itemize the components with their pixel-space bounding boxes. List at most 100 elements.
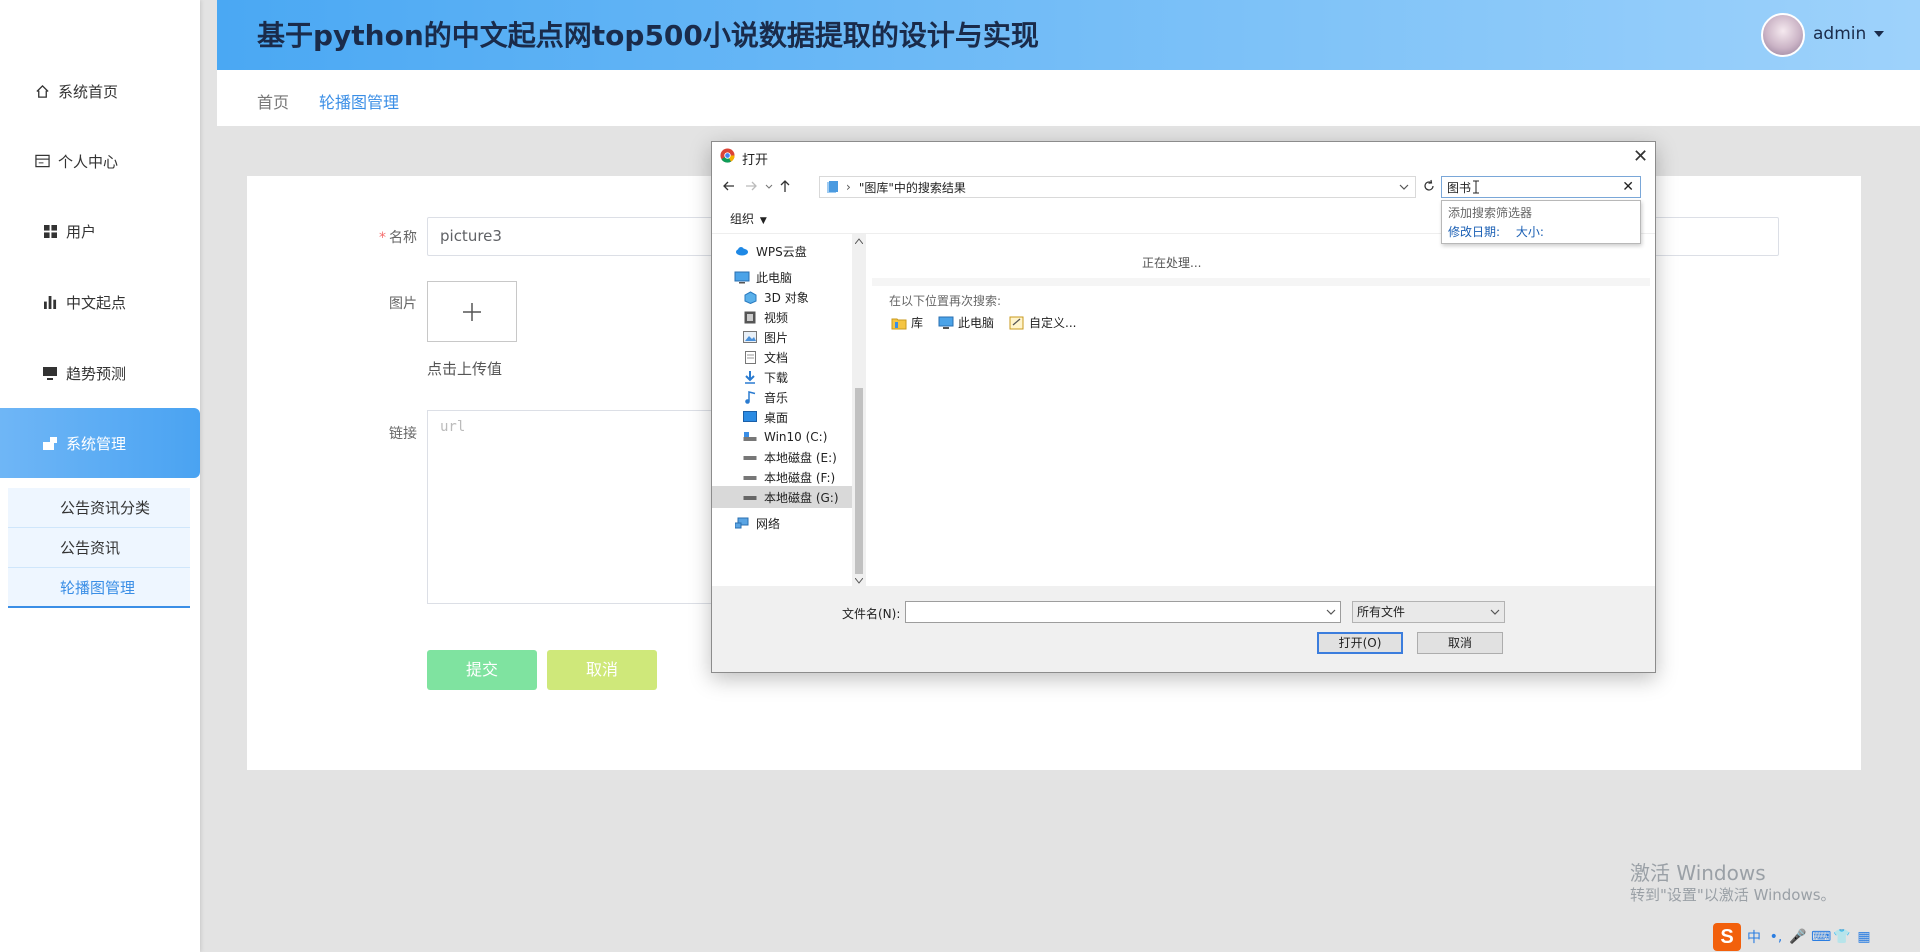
suggest-title: 添加搜索筛选器 [1448,206,1533,220]
sidebar-item-home[interactable]: 系统首页 [0,56,200,126]
tree-item-pictures[interactable]: 图片 [742,326,788,348]
keyboard-icon[interactable]: ⌨ [1811,929,1831,945]
tree-item-3d-objects[interactable]: 3D 对象 [742,286,809,308]
address-bar[interactable]: › "图库"中的搜索结果 [819,176,1416,198]
library-folder-icon [891,316,907,330]
recent-chevron-icon[interactable] [764,176,774,196]
link-label: 链接 [389,426,417,442]
submenu-notice-category[interactable]: 公告资讯分类 [8,488,190,528]
caret-down-icon[interactable] [1874,31,1884,37]
breadcrumb-home[interactable]: 首页 [257,89,289,113]
tree-item-downloads[interactable]: 下载 [742,366,788,388]
sidebar-item-label: 个人中心 [58,152,119,171]
tree-item-desktop[interactable]: 桌面 [742,406,788,428]
punctuation-icon[interactable]: •, [1767,929,1785,945]
skin-icon[interactable]: 👕 [1833,929,1851,945]
close-icon[interactable]: ✕ [1633,146,1648,167]
system-tray: S 中 •, 🎤 ⌨ 👕 ▦ [1713,922,1873,952]
sidebar-item-label: 中文起点 [66,293,127,312]
submenu-notice[interactable]: 公告资讯 [8,528,190,568]
sidebar-item-users[interactable]: 用户 [0,196,200,266]
computer-icon [734,270,750,284]
avatar[interactable] [1761,13,1805,57]
tree-item-wps-cloud[interactable]: WPS云盘 [734,240,807,262]
grid-icon [42,223,58,239]
open-button[interactable]: 打开(O) [1317,632,1403,654]
search-input[interactable]: 图书 ✕ [1441,176,1641,198]
monitor-icon [42,365,58,381]
tree-item-drive-f[interactable]: 本地磁盘 (F:) [742,466,835,488]
sidebar-item-label: 趋势预测 [66,364,127,383]
forward-arrow-icon[interactable] [744,176,758,196]
tree-item-drive-c[interactable]: Win10 (C:) [742,426,827,448]
breadcrumb-current: 轮播图管理 [319,93,400,112]
address-path: "图库"中的搜索结果 [858,180,966,195]
search-location-custom[interactable]: 自定义... [1009,314,1076,331]
music-icon [742,390,758,404]
download-icon [742,370,758,384]
filename-input[interactable] [905,601,1341,623]
refresh-icon[interactable] [1422,176,1436,196]
sidebar-item-forecast[interactable]: 趋势预测 [0,338,200,408]
search-location-this-pc[interactable]: 此电脑 [938,314,994,331]
clear-search-icon[interactable]: ✕ [1622,179,1634,195]
tree-item-documents[interactable]: 文档 [742,346,788,368]
cloud-icon [734,244,750,258]
search-value: 图书 [1447,180,1472,195]
toolbox-icon[interactable]: ▦ [1855,929,1873,945]
bar-chart-icon [42,294,58,310]
ime-mode[interactable]: 中 [1745,927,1763,947]
picture-icon [742,330,758,344]
tree-item-network[interactable]: 网络 [734,512,780,534]
sidebar: 系统首页 个人中心 用户 中文起点 趋势预测 系统管理 公告资讯分类 公告资讯 … [0,0,200,952]
caret-down-icon: ▼ [759,216,767,226]
filename-label: 文件名(N): [842,607,901,621]
scroll-up-icon[interactable] [855,238,863,244]
organize-menu[interactable]: 组织 ▼ [730,210,767,227]
user-name[interactable]: admin [1813,24,1866,44]
drive-icon [742,430,758,444]
upload-button[interactable] [427,281,517,342]
submenu-carousel[interactable]: 轮播图管理 [8,568,190,608]
text-cursor-icon [1473,180,1480,194]
activation-watermark-hint: 转到"设置"以激活 Windows。 [1630,886,1836,904]
tree-item-music[interactable]: 音乐 [742,386,788,408]
video-icon [742,310,758,324]
filter-date[interactable]: 修改日期: [1448,225,1500,239]
document-icon [742,350,758,364]
sidebar-item-system[interactable]: 系统管理 [0,408,200,478]
open-file-dialog: 打开 ✕ › "图库"中的搜索结果 图书 ✕ 添加搜索筛选器 修改日期: 大小:… [711,141,1656,673]
tree-item-videos[interactable]: 视频 [742,306,788,328]
filter-size[interactable]: 大小: [1516,225,1544,239]
page-title: 基于python的中文起点网top500小说数据提取的设计与实现 [257,19,1039,52]
profile-card-icon [34,153,50,169]
scroll-down-icon[interactable] [855,578,863,584]
submit-button[interactable]: 提交 [427,650,537,690]
drive-icon [742,490,758,504]
back-arrow-icon[interactable] [722,176,736,196]
image-label: 图片 [389,296,417,312]
sidebar-item-label: 系统首页 [58,82,119,101]
search-location-library[interactable]: 库 [891,314,923,331]
sidebar-item-profile[interactable]: 个人中心 [0,126,200,196]
sogou-ime-icon[interactable]: S [1713,923,1741,951]
filetype-select[interactable]: 所有文件 [1352,601,1505,623]
plus-icon [461,301,483,323]
address-dropdown-icon[interactable] [1399,182,1409,192]
dialog-cancel-button[interactable]: 取消 [1417,632,1503,654]
tree-item-drive-e[interactable]: 本地磁盘 (E:) [742,446,837,468]
search-again-label: 在以下位置再次搜索: [889,294,1002,308]
search-filter-popup: 添加搜索筛选器 修改日期: 大小: [1441,200,1641,244]
desktop-icon [742,410,758,424]
dialog-footer: 文件名(N): 所有文件 打开(O) 取消 [712,586,1655,672]
up-arrow-icon[interactable] [778,176,792,196]
filename-dropdown-icon[interactable] [1326,608,1336,616]
navigation-scrollbar-thumb[interactable] [855,388,863,574]
chrome-icon [720,148,735,163]
tree-item-drive-g[interactable]: 本地磁盘 (G:) [712,486,852,508]
sidebar-item-label: 系统管理 [66,434,127,453]
cancel-button[interactable]: 取消 [547,650,657,690]
microphone-icon[interactable]: 🎤 [1789,929,1807,945]
tree-item-this-pc[interactable]: 此电脑 [734,266,792,288]
sidebar-item-qidian[interactable]: 中文起点 [0,267,200,337]
